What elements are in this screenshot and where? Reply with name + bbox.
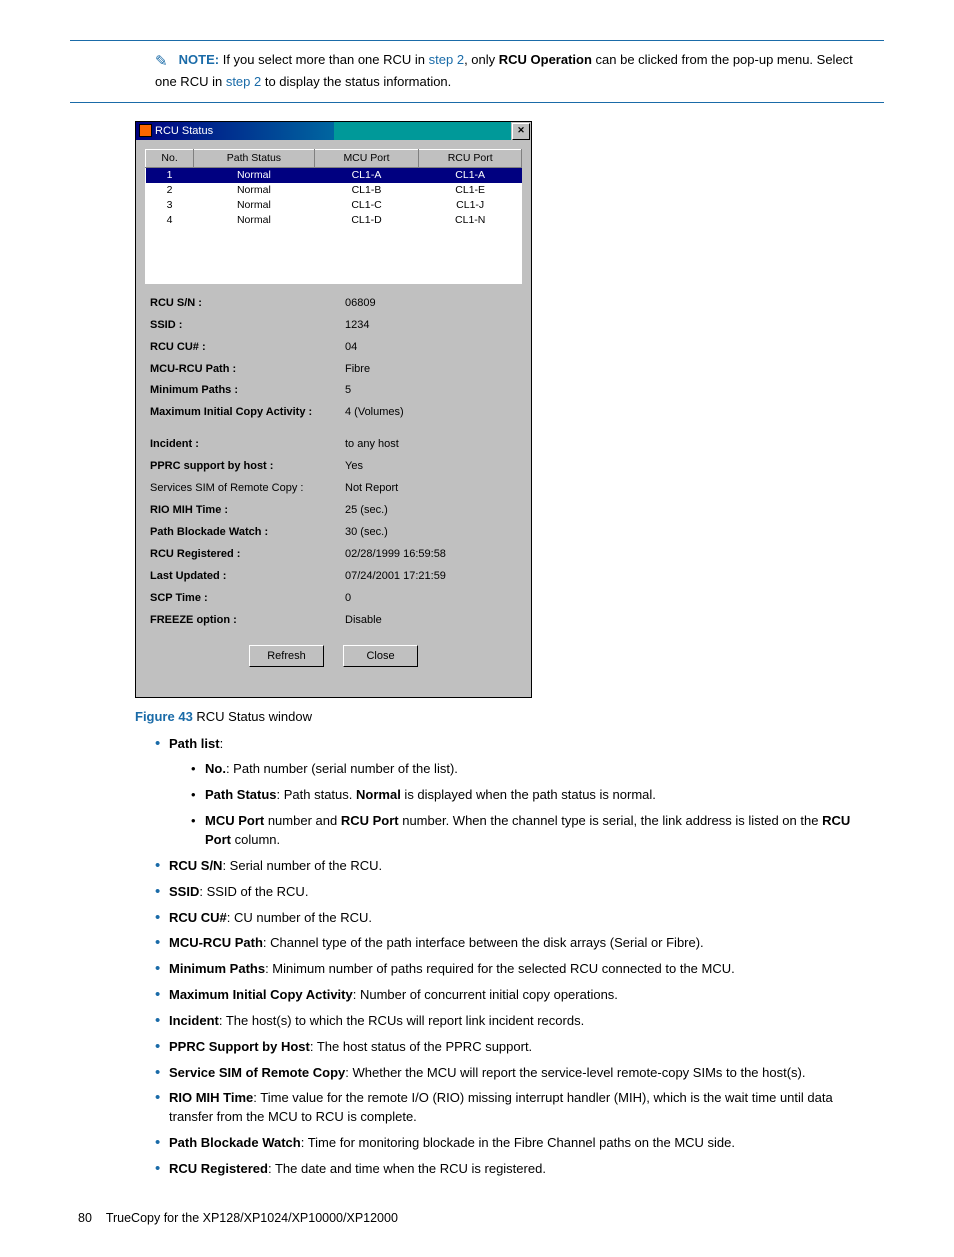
figure-caption: Figure 43 RCU Status window bbox=[135, 708, 884, 727]
details-section: RCU S/N :06809 SSID :1234 RCU CU# :04 MC… bbox=[150, 296, 517, 629]
link-step2-b[interactable]: step 2 bbox=[226, 74, 261, 89]
page-footer: 80 TrueCopy for the XP128/XP1024/XP10000… bbox=[70, 1209, 884, 1227]
description-list: Path list: No.: Path number (serial numb… bbox=[70, 735, 859, 1179]
rule-bottom bbox=[70, 102, 884, 103]
table-row[interactable]: 4NormalCL1-DCL1-N bbox=[146, 213, 522, 228]
note-label: NOTE: bbox=[179, 52, 219, 67]
note-icon: ✎ bbox=[155, 51, 171, 73]
app-icon bbox=[139, 124, 152, 137]
titlebar: RCU Status ✕ bbox=[136, 122, 531, 140]
close-icon[interactable]: ✕ bbox=[512, 123, 530, 140]
link-step2-a[interactable]: step 2 bbox=[429, 52, 464, 67]
table-row[interactable]: 3NormalCL1-CCL1-J bbox=[146, 198, 522, 213]
refresh-button[interactable]: Refresh bbox=[249, 645, 324, 667]
note-block: ✎ NOTE: If you select more than one RCU … bbox=[155, 51, 859, 92]
table-row[interactable]: 2NormalCL1-BCL1-E bbox=[146, 183, 522, 198]
rcu-status-dialog: RCU Status ✕ No. Path Status MCU Port RC… bbox=[135, 121, 884, 698]
dialog-title: RCU Status bbox=[155, 122, 213, 140]
table-header: No. Path Status MCU Port RCU Port bbox=[146, 149, 522, 167]
table-row[interactable]: 1NormalCL1-ACL1-A bbox=[146, 167, 522, 183]
rule-top bbox=[70, 40, 884, 41]
path-table: No. Path Status MCU Port RCU Port 1Norma… bbox=[145, 149, 522, 229]
note-text: If you select more than one RCU in step … bbox=[155, 52, 853, 89]
close-button[interactable]: Close bbox=[343, 645, 418, 667]
